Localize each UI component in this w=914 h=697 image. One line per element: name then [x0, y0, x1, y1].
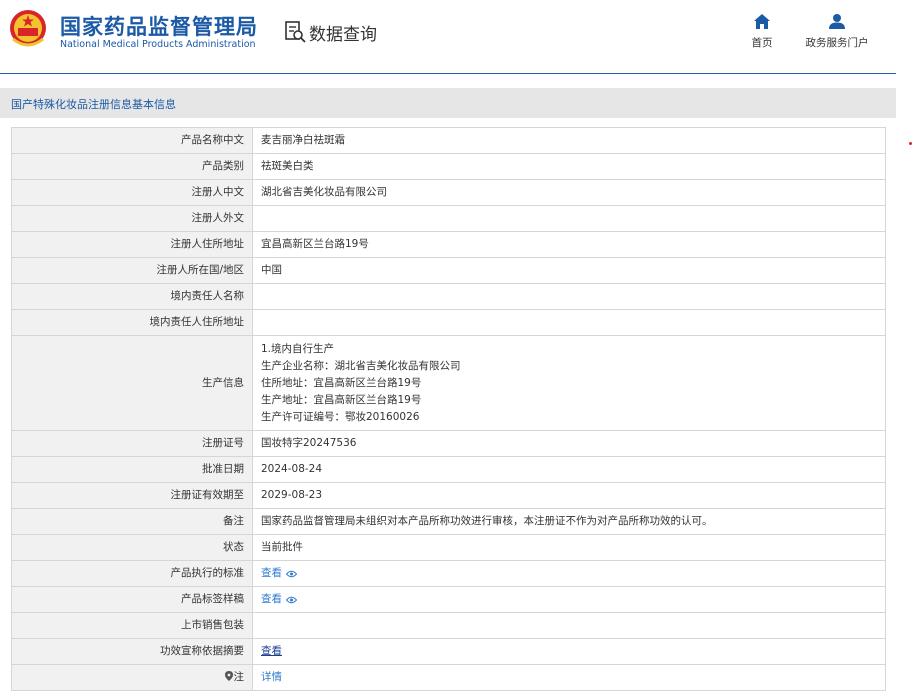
table-row: 产品名称中文 麦吉丽净白祛斑霜 — [11, 127, 886, 154]
view-label-sample-link[interactable]: 查看 — [261, 591, 297, 608]
row-label: 批准日期 — [11, 456, 253, 483]
registrant-address-value: 宜昌高新区兰台路19号 — [252, 231, 886, 258]
row-label: 产品标签样稿 — [11, 586, 253, 613]
table-row: 生产信息 1.境内自行生产 生产企业名称：湖北省吉美化妆品有限公司 住所地址：宜… — [11, 335, 886, 431]
note-label: 注 — [233, 671, 245, 683]
section-header: 国产特殊化妆品注册信息基本信息 — [0, 88, 896, 118]
table-row: 产品标签样稿 查看 — [11, 586, 886, 613]
row-label: 产品类别 — [11, 153, 253, 180]
table-row: 产品执行的标准 查看 — [11, 560, 886, 587]
view-standard-label: 查看 — [261, 567, 282, 579]
row-label: 注册人所在国/地区 — [11, 257, 253, 284]
production-line: 生产地址：宜昌高新区兰台路19号 — [261, 393, 422, 406]
row-label: 注册证号 — [11, 430, 253, 457]
remark-value: 国家药品监督管理局未组织对本产品所称功效进行审核，本注册证不作为对产品所称功效的… — [252, 508, 886, 535]
org-name-en: National Medical Products Administration — [60, 39, 256, 50]
view-standard-link[interactable]: 查看 — [261, 565, 297, 582]
row-label: 境内责任人名称 — [11, 283, 253, 310]
table-row: 批准日期 2024-08-24 — [11, 456, 886, 483]
table-row: 上市销售包装 — [11, 612, 886, 639]
domestic-agent-value — [252, 283, 886, 310]
org-name-cn: 国家药品监督管理局 — [60, 15, 258, 39]
status-value: 当前批件 — [252, 534, 886, 561]
table-row: 注册人中文 湖北省吉美化妆品有限公司 — [11, 179, 886, 206]
nav-portal-button[interactable]: 政务服务门户 — [800, 14, 874, 50]
row-label: 功效宣称依据摘要 — [11, 638, 253, 665]
document-search-icon — [285, 21, 306, 43]
row-label: 产品执行的标准 — [11, 560, 253, 587]
view-label-sample-label: 查看 — [261, 593, 282, 605]
eye-icon — [286, 596, 297, 603]
table-row: 状态 当前批件 — [11, 534, 886, 561]
table-row: 注册人住所地址 宜昌高新区兰台路19号 — [11, 231, 886, 258]
registrant-cn-value: 湖北省吉美化妆品有限公司 — [252, 179, 886, 206]
row-label: 状态 — [11, 534, 253, 561]
user-icon — [829, 14, 845, 29]
nav-home-button[interactable]: 首页 — [744, 14, 780, 50]
row-label: 生产信息 — [11, 335, 253, 431]
table-row: 注 详情 — [11, 664, 886, 691]
product-name-value: 麦吉丽净白祛斑霜 — [252, 127, 886, 154]
national-emblem-icon — [10, 10, 46, 47]
nav-portal-label: 政务服务门户 — [805, 37, 869, 49]
category-value: 祛斑美白类 — [252, 153, 886, 180]
data-query-title[interactable]: 数据查询 — [283, 19, 377, 45]
table-row: 注册证号 国妆特字20247536 — [11, 430, 886, 457]
production-info-value: 1.境内自行生产 生产企业名称：湖北省吉美化妆品有限公司 住所地址：宜昌高新区兰… — [252, 335, 886, 431]
table-row: 境内责任人名称 — [11, 283, 886, 310]
table-row: 注册证有效期至 2029-08-23 — [11, 482, 886, 509]
approval-date-value: 2024-08-24 — [252, 456, 886, 483]
red-dot-marker — [909, 142, 912, 145]
row-label: 上市销售包装 — [11, 612, 253, 639]
row-label: 注 — [11, 664, 253, 691]
table-row: 备注 国家药品监督管理局未组织对本产品所称功效进行审核，本注册证不作为对产品所称… — [11, 508, 886, 535]
table-row: 产品类别 祛斑美白类 — [11, 153, 886, 180]
production-line: 住所地址：宜昌高新区兰台路19号 — [261, 376, 422, 389]
production-line: 生产企业名称：湖北省吉美化妆品有限公司 — [261, 359, 461, 372]
production-line: 生产许可证编号：鄂妆20160026 — [261, 410, 420, 423]
row-label: 注册人住所地址 — [11, 231, 253, 258]
registration-info-table: 产品名称中文 麦吉丽净白祛斑霜 产品类别 祛斑美白类 注册人中文 湖北省吉美化妆… — [11, 127, 886, 691]
data-query-label: 数据查询 — [309, 24, 377, 45]
valid-until-value: 2029-08-23 — [252, 482, 886, 509]
section-title: 国产特殊化妆品注册信息基本信息 — [11, 98, 176, 111]
domestic-agent-address-value — [252, 309, 886, 336]
row-label: 境内责任人住所地址 — [11, 309, 253, 336]
table-row: 注册人外文 — [11, 205, 886, 232]
eye-icon — [286, 570, 297, 577]
view-efficacy-link[interactable]: 查看 — [261, 645, 282, 657]
site-header: 国家药品监督管理局 National Medical Products Admi… — [0, 0, 914, 74]
row-label: 注册人外文 — [11, 205, 253, 232]
packaging-value — [252, 612, 886, 639]
registration-number-value: 国妆特字20247536 — [252, 430, 886, 457]
production-line: 1.境内自行生产 — [261, 342, 335, 355]
table-row: 功效宣称依据摘要 查看 — [11, 638, 886, 665]
header-divider — [0, 73, 896, 74]
row-label: 产品名称中文 — [11, 127, 253, 154]
table-row: 注册人所在国/地区 中国 — [11, 257, 886, 284]
row-label: 注册证有效期至 — [11, 482, 253, 509]
registrant-country-value: 中国 — [252, 257, 886, 284]
row-label: 备注 — [11, 508, 253, 535]
row-label: 注册人中文 — [11, 179, 253, 206]
nav-home-label: 首页 — [751, 37, 773, 49]
location-pin-icon — [224, 671, 233, 681]
note-details-link[interactable]: 详情 — [261, 669, 282, 686]
home-icon — [754, 14, 770, 29]
registrant-en-value — [252, 205, 886, 232]
table-row: 境内责任人住所地址 — [11, 309, 886, 336]
